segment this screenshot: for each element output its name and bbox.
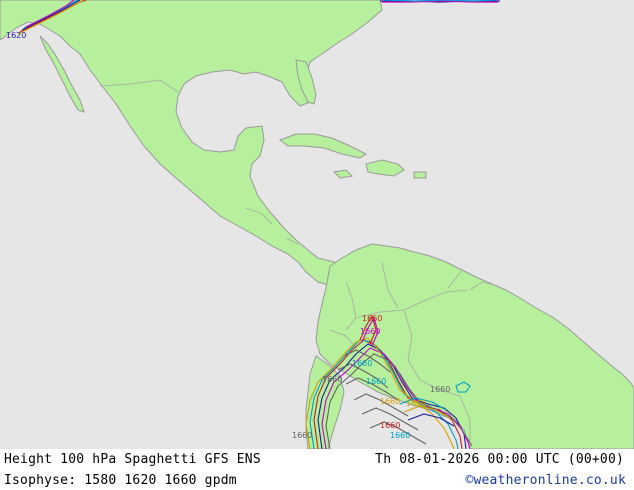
south-america-landmass — [315, 243, 634, 449]
contour-label: 1660 — [430, 385, 450, 394]
credit-link[interactable]: ©weatheronline.co.uk — [465, 473, 626, 488]
contour-label: 1660 — [352, 359, 372, 368]
contour-label: 1660 — [322, 375, 342, 384]
hispaniola — [365, 159, 405, 177]
contour-label: 1660 — [380, 397, 400, 406]
valid-time: Th 08-01-2026 00:00 UTC (00+00) — [375, 452, 624, 467]
contour-label: 1660 — [406, 399, 426, 408]
isophyse-levels: Isophyse: 1580 1620 1660 gpdm — [4, 473, 237, 488]
chart-title: Height 100 hPa Spaghetti GFS ENS — [4, 452, 261, 467]
jamaica — [332, 169, 354, 179]
contour-label: 1660 — [390, 431, 410, 440]
contour-label: 1660 — [362, 314, 382, 323]
contour-label: 1660 — [292, 431, 312, 440]
puerto-rico — [413, 171, 427, 179]
map-canvas: 1620 1660 1660 1660 1660 1660 1660 1660 … — [0, 0, 634, 449]
map-footer: Height 100 hPa Spaghetti GFS ENS Th 08-0… — [0, 449, 634, 490]
contour-label: 1660 — [380, 421, 400, 430]
contour-label: 1660 — [360, 327, 380, 336]
contour-label: 1660 — [366, 377, 386, 386]
cuba — [278, 133, 367, 159]
map-panel: 1620 1660 1660 1660 1660 1660 1660 1660 … — [0, 0, 634, 449]
contour-label: 1620 — [6, 31, 26, 40]
